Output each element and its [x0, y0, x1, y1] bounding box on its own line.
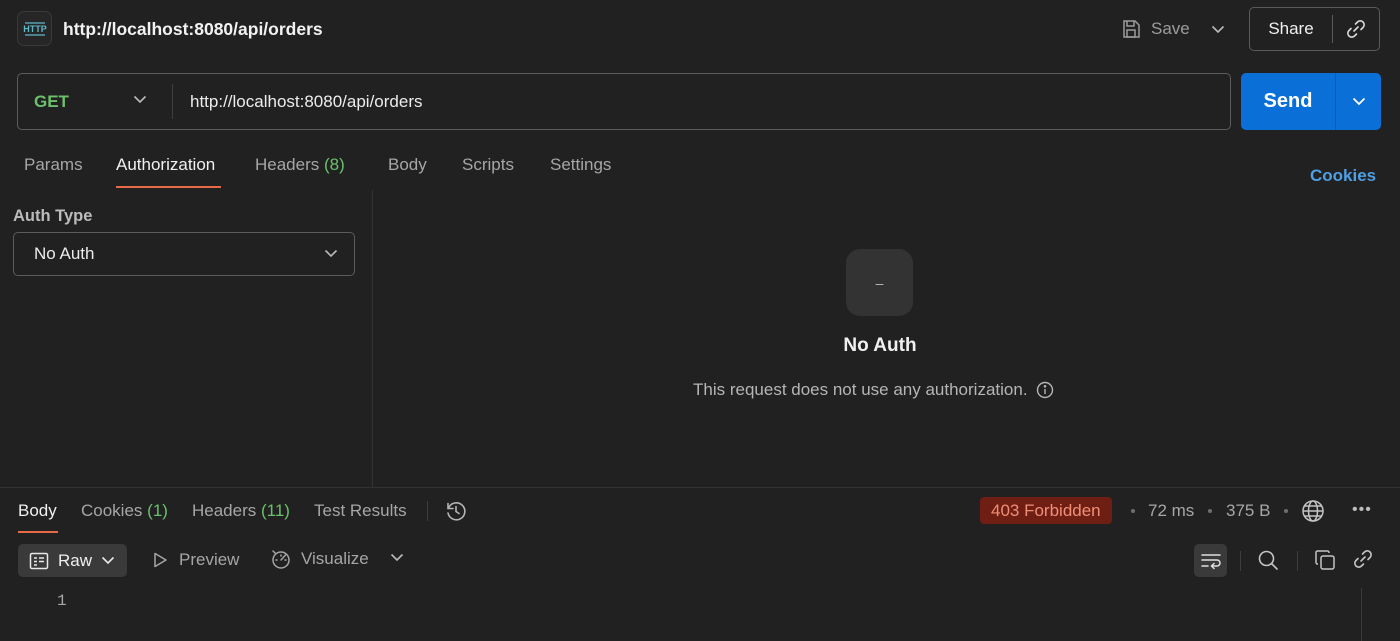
response-tab-headers-label: Headers [192, 501, 257, 520]
visualize-icon [270, 548, 292, 570]
no-auth-description: This request does not use any authorizat… [693, 380, 1054, 400]
save-label: Save [1151, 19, 1190, 38]
line-number: 1 [57, 592, 67, 610]
response-tabs: Body Cookies (1) Headers (11) Test Resul… [0, 488, 1400, 534]
raw-icon [29, 552, 49, 570]
active-tab-indicator [18, 531, 58, 533]
response-tab-cookies[interactable]: Cookies (1) [81, 501, 168, 521]
method-label: GET [34, 91, 69, 111]
save-options-button[interactable] [1203, 15, 1233, 43]
separator-dot [1131, 509, 1135, 513]
method-select[interactable]: GET [18, 74, 172, 129]
response-size[interactable]: 375 B [1226, 501, 1270, 521]
http-icon: HTTP [17, 11, 52, 46]
tab-scripts[interactable]: Scripts [462, 155, 514, 175]
chevron-down-icon [101, 556, 115, 565]
send-group: Send [1241, 73, 1381, 130]
auth-type-label: Auth Type [13, 207, 93, 225]
tab-settings[interactable]: Settings [550, 155, 611, 175]
url-input[interactable] [173, 74, 1230, 129]
headers-count: (8) [324, 155, 345, 174]
divider [1297, 551, 1298, 571]
tab-params[interactable]: Params [24, 155, 83, 175]
svg-text:HTTP: HTTP [23, 24, 47, 34]
separator-dot [1284, 509, 1288, 513]
chevron-down-icon [390, 553, 404, 562]
no-auth-description-text: This request does not use any authorizat… [693, 380, 1028, 399]
request-tabs: Params Authorization Headers (8) Body Sc… [0, 144, 1400, 190]
more-icon[interactable]: ••• [1352, 501, 1372, 519]
request-title: http://localhost:8080/api/orders [63, 19, 323, 39]
auth-info-panel: – No Auth This request does not use any … [373, 190, 1400, 488]
response-tab-test-results[interactable]: Test Results [314, 501, 407, 521]
save-icon [1120, 18, 1142, 40]
chevron-down-icon [1211, 25, 1225, 34]
response-tab-cookies-label: Cookies [81, 501, 143, 520]
chevron-down-icon [324, 249, 338, 258]
share-button[interactable]: Share [1250, 8, 1332, 50]
response-toolbar: Raw Preview Visualize [0, 536, 1400, 584]
visualize-button[interactable]: Visualize [270, 548, 369, 570]
tab-headers-label: Headers [255, 155, 320, 174]
history-icon[interactable] [444, 499, 468, 523]
response-tab-body[interactable]: Body [18, 501, 57, 521]
link-icon[interactable] [1352, 548, 1374, 570]
no-auth-title: No Auth [843, 335, 917, 356]
preview-label: Preview [179, 550, 240, 569]
preview-button[interactable]: Preview [151, 550, 239, 570]
globe-icon[interactable] [1301, 499, 1325, 523]
divider [1240, 551, 1241, 571]
visualize-label: Visualize [301, 549, 369, 568]
format-label: Raw [58, 550, 93, 570]
visualize-options-button[interactable] [390, 553, 404, 562]
separator-dot [1208, 509, 1212, 513]
cookies-link[interactable]: Cookies [1310, 166, 1376, 186]
copy-icon[interactable] [1313, 548, 1337, 572]
auth-type-value: No Auth [34, 244, 95, 263]
chevron-down-icon [1352, 97, 1366, 106]
tab-body[interactable]: Body [388, 155, 427, 175]
info-icon[interactable] [1036, 381, 1054, 399]
share-group: Share [1249, 7, 1380, 51]
no-auth-icon: – [846, 249, 913, 316]
divider [427, 501, 428, 521]
response-time[interactable]: 72 ms [1148, 501, 1194, 521]
active-tab-indicator [116, 186, 221, 188]
scrollbar[interactable] [1361, 588, 1362, 641]
link-icon [1345, 18, 1367, 40]
search-icon[interactable] [1256, 548, 1280, 572]
auth-type-panel: Auth Type No Auth [0, 190, 372, 488]
response-tab-headers[interactable]: Headers (11) [192, 501, 290, 521]
tab-authorization[interactable]: Authorization [116, 155, 215, 175]
tab-headers[interactable]: Headers (8) [255, 155, 345, 175]
play-icon [151, 551, 169, 569]
wrap-lines-button[interactable] [1194, 544, 1227, 577]
send-button[interactable]: Send [1241, 73, 1335, 130]
response-headers-count: (11) [261, 501, 290, 520]
response-body-editor[interactable]: 1 [0, 586, 1400, 641]
wrap-icon [1200, 552, 1222, 570]
chevron-down-icon [133, 95, 147, 104]
title-bar: HTTP http://localhost:8080/api/orders Sa… [0, 0, 1400, 58]
status-badge[interactable]: 403 Forbidden [980, 497, 1112, 524]
format-select[interactable]: Raw [18, 544, 127, 577]
url-bar: GET [17, 73, 1231, 130]
cookies-count: (1) [147, 501, 168, 520]
auth-type-select[interactable]: No Auth [13, 232, 355, 276]
copy-link-button[interactable] [1333, 8, 1379, 50]
send-options-button[interactable] [1336, 73, 1381, 130]
save-button[interactable]: Save [1120, 15, 1190, 43]
